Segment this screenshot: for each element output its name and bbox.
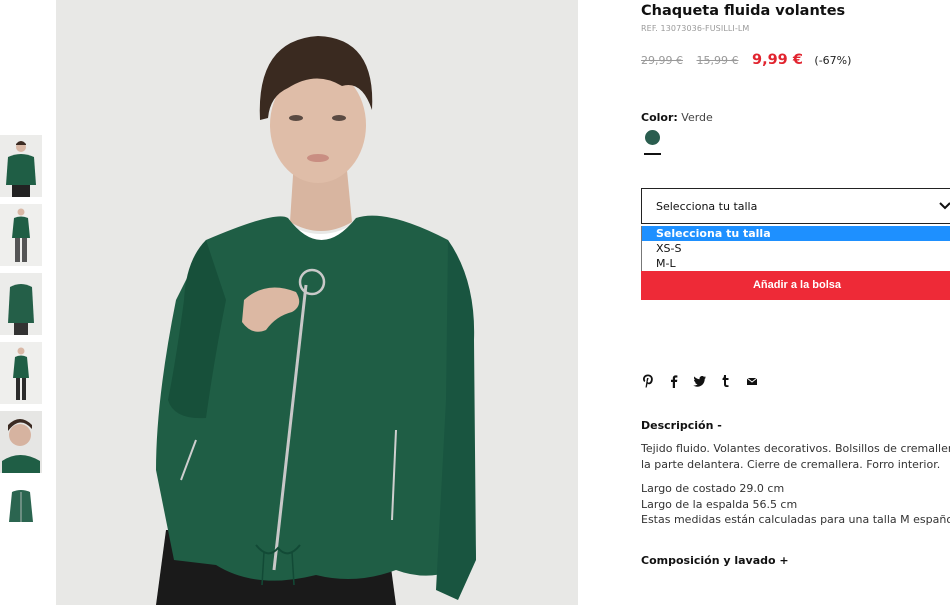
thumbnail-6[interactable] bbox=[0, 480, 42, 542]
size-option[interactable]: Selecciona tu talla bbox=[642, 226, 950, 241]
email-icon[interactable] bbox=[745, 373, 759, 389]
color-label-key: Color: bbox=[641, 111, 678, 124]
price-current: 9,99 € bbox=[752, 52, 803, 68]
price-previous: 15,99 € bbox=[696, 54, 739, 67]
size-option[interactable]: XS-S bbox=[642, 241, 950, 256]
tumblr-icon[interactable] bbox=[719, 373, 733, 389]
color-label: Color: Verde bbox=[641, 111, 713, 124]
discount-badge: (-67%) bbox=[814, 54, 852, 67]
thumbnail-3[interactable] bbox=[0, 273, 42, 335]
thumbnail-1[interactable] bbox=[0, 135, 42, 197]
description-heading[interactable]: Descripción - bbox=[641, 419, 722, 432]
description-line: Tejido fluido. Volantes decorativos. Bol… bbox=[641, 442, 950, 455]
thumbnail-strip bbox=[0, 135, 42, 549]
pinterest-icon[interactable] bbox=[641, 373, 655, 389]
product-title: Chaqueta fluida volantes bbox=[641, 3, 846, 19]
size-select[interactable]: Selecciona tu talla bbox=[641, 188, 950, 224]
product-reference: REF. 13073036-FUSILLI-LM bbox=[641, 24, 750, 33]
description-line: la parte delantera. Cierre de cremallera… bbox=[641, 458, 941, 471]
main-product-image[interactable] bbox=[56, 0, 578, 605]
measurement-note: Estas medidas están calculadas para una … bbox=[641, 513, 950, 526]
twitter-icon[interactable] bbox=[693, 373, 707, 389]
price-original: 29,99 € bbox=[641, 54, 683, 67]
color-swatch-verde[interactable] bbox=[645, 130, 660, 145]
composition-toggle[interactable]: Composición y lavado + bbox=[641, 554, 789, 567]
swatch-selected-indicator bbox=[644, 153, 661, 155]
size-select-value: Selecciona tu talla bbox=[656, 200, 758, 213]
measurement-line: Largo de la espalda 56.5 cm bbox=[641, 497, 798, 511]
price-block: 29,99 € 15,99 € 9,99 € (-67%) bbox=[641, 52, 851, 68]
color-value: Verde bbox=[681, 111, 713, 124]
thumbnail-2[interactable] bbox=[0, 204, 42, 266]
measurement-line: Largo de costado 29.0 cm bbox=[641, 482, 785, 495]
thumbnail-4[interactable] bbox=[0, 342, 42, 404]
add-to-bag-button[interactable]: Añadir a la bolsa bbox=[641, 271, 950, 300]
description-text: Tejido fluido. Volantes decorativos. Bol… bbox=[641, 441, 950, 473]
size-option[interactable]: M-L bbox=[642, 256, 950, 271]
size-dropdown-list: Selecciona tu talla XS-S M-L bbox=[641, 226, 950, 271]
thumbnail-5[interactable] bbox=[0, 411, 42, 473]
measurements: Largo de costado 29.0 cm Largo de la esp… bbox=[641, 481, 950, 528]
chevron-down-icon bbox=[938, 198, 950, 212]
facebook-icon[interactable] bbox=[667, 373, 681, 389]
